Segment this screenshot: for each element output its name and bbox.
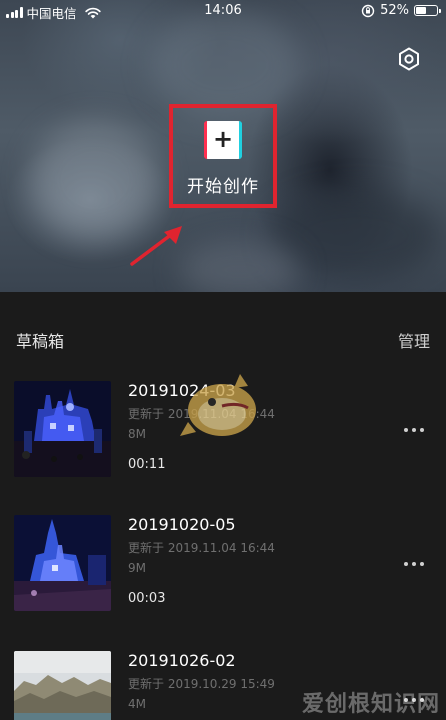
draft-updated-time: 更新于 2019.10.29 15:49	[128, 677, 275, 691]
draft-thumbnail	[14, 651, 111, 720]
draft-duration: 00:11	[128, 457, 166, 472]
draft-duration: 00:03	[128, 591, 166, 606]
red-arrow-annotation	[130, 226, 182, 266]
status-bar: 中国电信 14:06 52%	[0, 0, 446, 22]
draft-size: 9M	[128, 561, 146, 575]
draft-item[interactable]: 20191020-05 更新于 2019.11.04 16:44 9M 00:0…	[0, 515, 446, 615]
battery-percent: 52%	[380, 3, 409, 18]
site-watermark: 爱创根知识网	[301, 692, 440, 717]
draft-size: 8M	[128, 427, 146, 441]
draft-thumbnail	[14, 515, 111, 611]
hero-banner: 中国电信 14:06 52% + 开始创作	[0, 0, 446, 292]
manage-button[interactable]: 管理	[398, 328, 430, 352]
more-options-button[interactable]	[404, 425, 432, 435]
draft-thumbnail	[14, 381, 111, 477]
start-creating-label: 开始创作	[187, 177, 259, 197]
draft-size: 4M	[128, 697, 146, 711]
plus-icon: +	[204, 121, 242, 159]
draft-updated-time: 更新于 2019.11.04 16:44	[128, 541, 275, 555]
drafts-header: 草稿箱 管理	[0, 318, 446, 358]
drafts-title: 草稿箱	[16, 332, 65, 351]
draft-title: 20191020-05	[128, 515, 236, 534]
settings-button[interactable]	[396, 46, 422, 72]
mascot-watermark	[180, 374, 256, 436]
more-dots-icon	[404, 428, 408, 432]
gear-icon	[399, 47, 419, 71]
rotation-lock-icon	[361, 4, 375, 17]
draft-title: 20191026-02	[128, 651, 236, 670]
more-dots-icon	[404, 562, 408, 566]
start-creating-button[interactable]: + 开始创作	[169, 104, 277, 208]
more-options-button[interactable]	[404, 559, 432, 569]
battery-icon	[414, 5, 441, 16]
